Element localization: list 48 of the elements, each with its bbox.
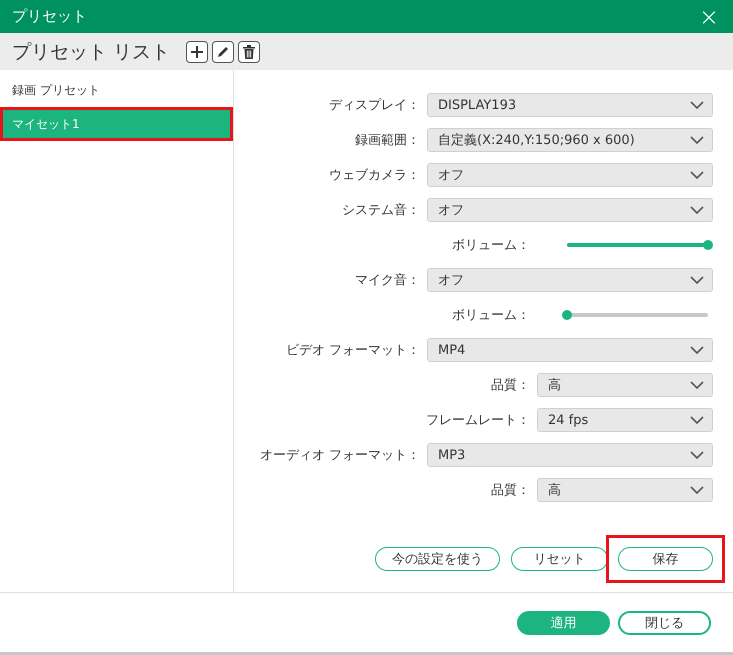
chevron-down-icon	[690, 276, 704, 284]
dropdown[interactable]: MP4	[427, 338, 713, 362]
chevron-down-icon	[690, 486, 704, 494]
field-label: 品質：	[491, 377, 530, 394]
preset-item[interactable]: 録画 プリセット	[0, 73, 233, 107]
field-label: フレームレート：	[426, 412, 530, 429]
field-label: 録画範囲：	[355, 132, 420, 149]
field-label: システム音：	[342, 202, 420, 219]
window-title: プリセット	[12, 7, 87, 26]
action-button[interactable]: 保存	[618, 547, 713, 571]
dropdown[interactable]: 高	[537, 373, 713, 397]
field-label: 品質：	[491, 482, 530, 499]
dropdown[interactable]: オフ	[427, 268, 713, 292]
dropdown[interactable]: オフ	[427, 198, 713, 222]
plus-icon	[191, 46, 204, 58]
trash-icon	[243, 44, 256, 58]
chevron-down-icon	[690, 136, 704, 144]
chevron-down-icon	[690, 346, 704, 354]
dropdown[interactable]: 高	[537, 478, 713, 502]
edit-button[interactable]	[212, 40, 234, 62]
dropdown[interactable]: 24 fps	[537, 408, 713, 432]
chevron-down-icon	[690, 171, 704, 179]
chevron-down-icon	[690, 101, 704, 109]
dropdown[interactable]: MP3	[427, 443, 713, 467]
slider-thumb[interactable]	[703, 240, 713, 250]
chevron-down-icon	[690, 206, 704, 214]
slider-thumb[interactable]	[562, 310, 572, 320]
dropdown[interactable]: オフ	[427, 163, 713, 187]
field-label: オーディオ フォーマット：	[260, 447, 420, 464]
dropdown[interactable]: 自定義(X:240,Y:150;960 x 600)	[427, 128, 713, 152]
field-label: ビデオ フォーマット：	[286, 342, 420, 359]
close-button[interactable]: 閉じる	[618, 610, 711, 634]
add-button[interactable]	[186, 40, 208, 62]
action-button[interactable]: リセット	[511, 547, 608, 571]
field-label: ボリューム：	[452, 237, 530, 254]
pencil-icon	[216, 44, 230, 58]
delete-button[interactable]	[238, 40, 260, 62]
chevron-down-icon	[690, 416, 704, 424]
chevron-down-icon	[690, 451, 704, 459]
action-button[interactable]: 今の設定を使う	[375, 547, 500, 571]
chevron-down-icon	[690, 381, 704, 389]
field-label: ボリューム：	[452, 307, 530, 324]
close-icon[interactable]: ×	[698, 4, 719, 28]
toolbar-title: プリセット リスト	[12, 40, 170, 64]
field-label: ウェブカメラ：	[329, 167, 420, 184]
dropdown[interactable]: DISPLAY193	[427, 93, 713, 117]
field-label: マイク音：	[355, 272, 420, 289]
field-label: ディスプレイ：	[329, 97, 420, 114]
